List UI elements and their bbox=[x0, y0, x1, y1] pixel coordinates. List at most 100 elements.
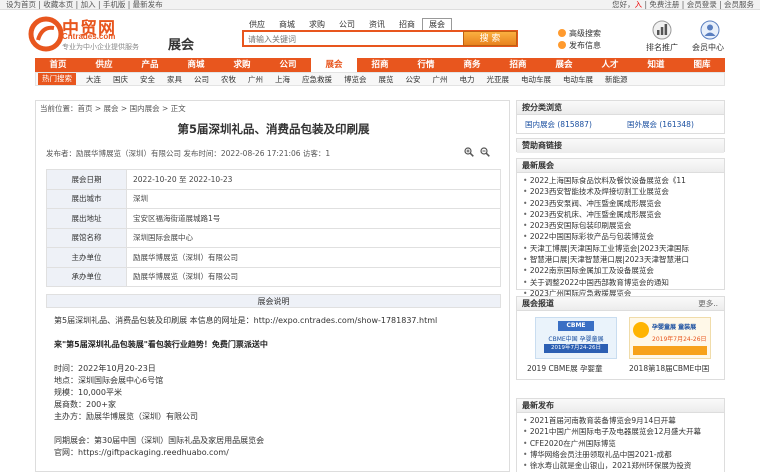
hot-search-item[interactable]: 上海 bbox=[269, 75, 296, 84]
nav-item[interactable]: 知道 bbox=[633, 58, 679, 72]
nav-item[interactable]: 图库 bbox=[679, 58, 725, 72]
search-tab[interactable]: 公司 bbox=[332, 18, 362, 30]
search-input[interactable] bbox=[248, 33, 462, 45]
description-line[interactable]: 官网：https://giftpackaging.reedhuabo.com/ bbox=[54, 447, 229, 458]
hot-search-item[interactable]: 广州 bbox=[427, 75, 454, 84]
info-label: 主办单位 bbox=[46, 247, 127, 268]
domestic-expo-link[interactable]: 国内展会 (815887) bbox=[525, 119, 592, 130]
search-button[interactable]: 搜 索 bbox=[463, 31, 517, 46]
description-line: 地点：深圳国际会展中心6号馆 bbox=[54, 376, 164, 385]
description-line: 同期展会：第30届中国（深圳）国际礼品及家居用品展览会 bbox=[54, 436, 265, 445]
breadcrumb[interactable]: 当前位置：首页 > 展会 > 国内展会 > 正文 bbox=[40, 103, 186, 114]
search-box: 搜 索 bbox=[242, 30, 518, 47]
search-tab[interactable]: 供应 bbox=[242, 18, 272, 30]
zoom-out-icon[interactable] bbox=[480, 147, 490, 157]
hot-search-item[interactable]: 公司 bbox=[188, 75, 215, 84]
list-item[interactable]: 2023西安国际包装印刷展览会 bbox=[523, 220, 724, 231]
nav-item[interactable]: 求购 bbox=[219, 58, 265, 72]
search-tab[interactable]: 商城 bbox=[272, 18, 302, 30]
advanced-search-link[interactable]: 高级搜索 bbox=[558, 28, 601, 39]
list-item[interactable]: 博华网络会员注册领取礼品中国2021-成都 bbox=[523, 449, 724, 460]
nav-item[interactable]: 招商 bbox=[495, 58, 541, 72]
list-item[interactable]: 关于调整2022中国西部教育博览会的通知 bbox=[523, 277, 724, 288]
nav-item[interactable]: 行情 bbox=[403, 58, 449, 72]
article-panel: 当前位置：首页 > 展会 > 国内展会 > 正文 第5届深圳礼品、消费品包装及印… bbox=[35, 100, 510, 472]
search-tab[interactable]: 求购 bbox=[302, 18, 332, 30]
news-list: 2021首届河南教育装备博览会9月14日开幕2021中国广州国际电子及电器展览会… bbox=[517, 413, 724, 471]
list-item[interactable]: 2023西安泵阀、冲压暨金属成形展览会 bbox=[523, 198, 724, 209]
hot-search-items: 大连 国庆 安全 家具 公司 农牧 广州 上海 应急救援 博览会 展览 公安 广州 电力 光亚展 电动车展 电动… bbox=[80, 74, 634, 85]
table-row: 承办单位 励展华博展览（深圳）有限公司 bbox=[46, 266, 501, 287]
table-row: 展会日期 2022-10-20 至 2022-10-23 bbox=[46, 169, 501, 190]
hot-search-item[interactable]: 新能源 bbox=[599, 75, 634, 84]
nav-item[interactable]: 供应 bbox=[81, 58, 127, 72]
list-item[interactable]: 2023西安智能技术及焊接切割工业展览会 bbox=[523, 186, 724, 197]
list-item[interactable]: 智慧港口展|天津智慧港口展|2023天津智慧港口 bbox=[523, 254, 724, 265]
search-tab[interactable]: 招商 bbox=[392, 18, 422, 30]
list-item[interactable]: CFE2020在广州国际博览 bbox=[523, 438, 724, 449]
nav-item[interactable]: 展会 bbox=[311, 58, 357, 72]
rank-icon[interactable] bbox=[652, 20, 672, 40]
hot-search-item[interactable]: 展览 bbox=[373, 75, 400, 84]
top-links[interactable]: 设为首页 | 收藏本页 | 加入 | 手机版 | 最新发布 bbox=[6, 0, 163, 10]
foreign-expo-link[interactable]: 国外展会 (161348) bbox=[627, 119, 694, 130]
list-item[interactable]: 2021首届河南教育装备博览会9月14日开幕 bbox=[523, 415, 724, 426]
hot-search-item[interactable]: 国庆 bbox=[107, 75, 134, 84]
hot-search-item[interactable]: 光亚展 bbox=[481, 75, 516, 84]
description-line[interactable]: 第5届深圳礼品、消费品包装及印刷展 本信息的网址是：http://expo.cn… bbox=[54, 315, 437, 326]
nav-item[interactable]: 展会 bbox=[541, 58, 587, 72]
search-tab[interactable]: 资讯 bbox=[362, 18, 392, 30]
hot-search-item[interactable]: 博览会 bbox=[338, 75, 373, 84]
hot-search-item[interactable]: 农牧 bbox=[215, 75, 242, 84]
photo-report-box: 展会报道 更多.. CBME CBME中国 孕婴童展 2019年7月24-26日 … bbox=[516, 296, 725, 380]
hot-search-item[interactable]: 安全 bbox=[134, 75, 161, 84]
list-item[interactable]: 2022南京国际金属加工及设备展览会 bbox=[523, 265, 724, 276]
photo-caption-1[interactable]: 2019 CBME展 孕婴童 bbox=[527, 363, 602, 374]
table-row: 展出地址 宝安区福海街道展城路1号 bbox=[46, 208, 501, 229]
list-item[interactable]: 2022中国国际彩妆产品与包装博览会 bbox=[523, 231, 724, 242]
logo-icon[interactable] bbox=[28, 16, 64, 52]
hot-search-item[interactable]: 电动车展 bbox=[557, 75, 599, 84]
rank-label[interactable]: 排名推广 bbox=[646, 42, 678, 53]
photo-thumb-2[interactable]: 孕婴童展 童装展 2019年7月24-26日 bbox=[629, 317, 711, 359]
hot-search-label: 热门搜索 bbox=[38, 73, 76, 85]
nav-item[interactable]: 首页 bbox=[35, 58, 81, 72]
hot-search-item[interactable]: 广州 bbox=[242, 75, 269, 84]
account-links[interactable]: | 免费注册 | 会员登录 | 会员服务 bbox=[642, 0, 754, 9]
hot-search-bar: 热门搜索 大连 国庆 安全 家具 公司 农牧 广州 上海 应急救援 博览会 展览 公安 广州 电力 光亚展电… bbox=[35, 72, 725, 86]
zoom-in-icon[interactable] bbox=[464, 147, 474, 157]
nav-item[interactable]: 产品 bbox=[127, 58, 173, 72]
banner-stripe bbox=[633, 346, 707, 355]
nav-item[interactable]: 商城 bbox=[173, 58, 219, 72]
hot-search-item[interactable]: 电力 bbox=[454, 75, 481, 84]
list-item[interactable]: 天津工博展|天津国际工业博览会|2023天津国际 bbox=[523, 243, 724, 254]
nav-item[interactable]: 公司 bbox=[265, 58, 311, 72]
article-meta: 发布者：励展华博展览（深圳）有限公司 发布时间：2022-08-26 17:21… bbox=[46, 149, 331, 158]
nav-item[interactable]: 招商 bbox=[357, 58, 403, 72]
hot-search-item[interactable]: 应急救援 bbox=[296, 75, 338, 84]
user-name[interactable]: 入 bbox=[635, 0, 643, 9]
more-link[interactable]: 更多.. bbox=[698, 297, 718, 311]
news-box: 最新发布 2021首届河南教育装备博览会9月14日开幕2021中国广州国际电子及… bbox=[516, 398, 725, 472]
hot-search-item[interactable]: 公安 bbox=[400, 75, 427, 84]
list-item[interactable]: 2022上海国际食品饮料及餐饮设备展览会《11 bbox=[523, 175, 724, 186]
list-item[interactable]: 徐水寿山就是金山银山，2021郑州环保展为投资 bbox=[523, 460, 724, 471]
photo-thumb-1[interactable]: CBME CBME中国 孕婴童展 2019年7月24-26日 bbox=[535, 317, 617, 359]
list-item[interactable]: 2021中国广州国际电子及电器展览会12月盛大开幕 bbox=[523, 426, 724, 437]
latest-expo-title: 最新展会 bbox=[517, 159, 724, 173]
category-title: 按分类浏览 bbox=[517, 101, 724, 115]
member-label[interactable]: 会员中心 bbox=[692, 42, 724, 53]
top-bar: 设为首页 | 收藏本页 | 加入 | 手机版 | 最新发布 您好，入 | 免费注… bbox=[0, 0, 760, 10]
hot-search-item[interactable]: 电动车展 bbox=[515, 75, 557, 84]
list-item[interactable]: 2023西安机床、冲压暨金属成形展览会 bbox=[523, 209, 724, 220]
nav-item[interactable]: 商务 bbox=[449, 58, 495, 72]
hot-search-item[interactable]: 家具 bbox=[161, 75, 188, 84]
post-info-link[interactable]: 发布信息 bbox=[558, 40, 601, 51]
hot-search-item[interactable]: 大连 bbox=[80, 75, 107, 84]
photo-caption-2[interactable]: 2018第18届CBME中国 bbox=[629, 363, 709, 374]
cbme-logo: CBME bbox=[558, 321, 594, 331]
nav-item[interactable]: 人才 bbox=[587, 58, 633, 72]
member-icon[interactable] bbox=[700, 20, 720, 40]
description-header: 展会说明 bbox=[46, 294, 501, 308]
search-tab[interactable]: 展会 bbox=[422, 18, 452, 30]
